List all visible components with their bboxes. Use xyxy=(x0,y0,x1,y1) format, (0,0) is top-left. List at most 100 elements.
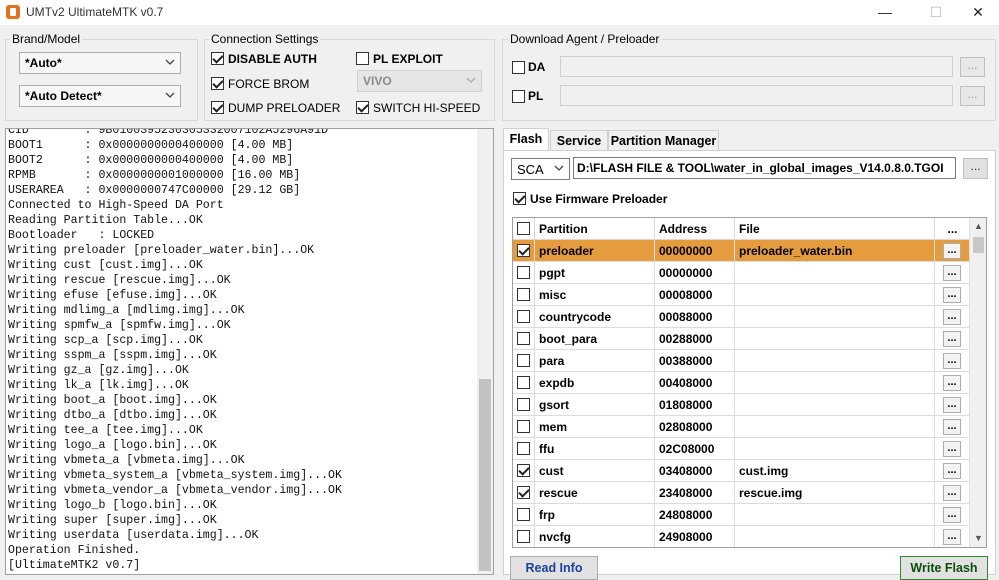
row-browse-button[interactable]: ... xyxy=(943,441,961,457)
pl-browse-button[interactable]: ... xyxy=(960,86,985,106)
log-output[interactable]: CID : 9B0100395230305332007102A5296A91D B… xyxy=(5,128,494,575)
scatter-file-path-text: D:\FLASH FILE & TOOL\water_in_global_ima… xyxy=(577,161,944,175)
row-browse-button[interactable]: ... xyxy=(943,507,961,523)
scatter-file-path[interactable]: D:\FLASH FILE & TOOL\water_in_global_ima… xyxy=(573,157,956,179)
row-checkbox[interactable] xyxy=(517,464,530,477)
row-checkbox[interactable] xyxy=(517,288,530,301)
dump-preloader-checkbox[interactable] xyxy=(211,101,224,114)
row-browse-button[interactable]: ... xyxy=(943,463,961,479)
partition-name-cell: misc xyxy=(535,284,655,306)
partition-name-cell: gsort xyxy=(535,394,655,416)
table-row[interactable]: expdb 00408000... xyxy=(513,372,971,394)
row-browse-button[interactable]: ... xyxy=(943,397,961,413)
row-checkbox[interactable] xyxy=(517,244,530,257)
row-browse-button[interactable]: ... xyxy=(943,287,961,303)
table-scroll-thumb[interactable] xyxy=(973,237,984,253)
use-firmware-preloader-checkbox[interactable] xyxy=(513,192,526,205)
partition-name-cell: expdb xyxy=(535,372,655,394)
chevron-down-icon xyxy=(554,165,564,171)
table-row[interactable]: rescue 23408000 rescue.img... xyxy=(513,482,971,504)
row-browse-button[interactable]: ... xyxy=(943,309,961,325)
row-browse-cell: ... xyxy=(935,504,971,526)
row-browse-cell: ... xyxy=(935,350,971,372)
pl-exploit-checkbox[interactable] xyxy=(356,52,369,65)
da-path-field[interactable] xyxy=(560,56,953,77)
table-row[interactable]: gsort 01808000... xyxy=(513,394,971,416)
partition-file-cell xyxy=(735,394,935,416)
vendor-select[interactable]: VIVO xyxy=(357,70,482,92)
scatter-type-select[interactable]: SCA xyxy=(511,158,570,180)
select-all-checkbox[interactable] xyxy=(517,222,530,235)
row-browse-button[interactable]: ... xyxy=(943,375,961,391)
row-checkbox[interactable] xyxy=(517,332,530,345)
table-row[interactable]: ffu 02C08000... xyxy=(513,438,971,460)
row-checkbox[interactable] xyxy=(517,508,530,521)
row-browse-cell: ... xyxy=(935,240,971,262)
log-line: Operation Finished. xyxy=(8,544,141,557)
row-checkbox-cell xyxy=(513,504,535,526)
row-checkbox[interactable] xyxy=(517,266,530,279)
row-browse-button[interactable]: ... xyxy=(943,331,961,347)
table-row[interactable]: nvcfg 24908000... xyxy=(513,526,971,547)
minimize-button[interactable]: — xyxy=(862,0,908,25)
row-checkbox[interactable] xyxy=(517,310,530,323)
row-browse-button[interactable]: ... xyxy=(943,485,961,501)
row-browse-button[interactable]: ... xyxy=(943,529,961,545)
disable-auth-checkbox[interactable] xyxy=(211,52,224,65)
row-browse-button[interactable]: ... xyxy=(943,419,961,435)
tab-flash[interactable]: Flash xyxy=(503,128,549,151)
model-select[interactable]: *Auto Detect* xyxy=(19,85,181,107)
table-row[interactable]: para 00388000... xyxy=(513,350,971,372)
table-scrollbar[interactable]: ▲ ▼ xyxy=(969,218,986,547)
table-row[interactable]: cust 03408000 cust.img... xyxy=(513,460,971,482)
read-info-button[interactable]: Read Info xyxy=(510,556,598,580)
tab-partition-manager[interactable]: Partition Manager xyxy=(608,130,719,151)
partition-table: Partition Address File ... preloader 0000… xyxy=(512,217,987,548)
maximize-button[interactable]: ☐ xyxy=(913,0,959,25)
column-header-partition: Partition xyxy=(535,218,655,240)
row-browse-cell: ... xyxy=(935,372,971,394)
row-checkbox[interactable] xyxy=(517,398,530,411)
table-row[interactable]: mem 02808000... xyxy=(513,416,971,438)
table-row[interactable]: pgpt 00000000... xyxy=(513,262,971,284)
disable-auth-label: DISABLE AUTH xyxy=(228,52,317,66)
scroll-up-arrow-icon[interactable]: ▲ xyxy=(970,218,986,235)
table-row[interactable]: countrycode 00088000... xyxy=(513,306,971,328)
partition-file-cell: cust.img xyxy=(735,460,935,482)
row-checkbox[interactable] xyxy=(517,420,530,433)
tab-service[interactable]: Service xyxy=(550,130,608,151)
da-checkbox[interactable] xyxy=(512,61,525,74)
close-button[interactable]: ✕ xyxy=(955,0,999,25)
partition-file-cell: rescue.img xyxy=(735,482,935,504)
write-flash-button[interactable]: Write Flash xyxy=(900,556,988,580)
log-scroll-thumb[interactable] xyxy=(479,379,491,571)
log-scrollbar[interactable] xyxy=(477,129,493,574)
switch-hispeed-label: SWITCH HI-SPEED xyxy=(373,101,481,115)
row-checkbox[interactable] xyxy=(517,376,530,389)
connection-settings-title: Connection Settings xyxy=(209,32,321,46)
row-checkbox[interactable] xyxy=(517,442,530,455)
da-browse-button[interactable]: ... xyxy=(960,57,985,77)
row-browse-button[interactable]: ... xyxy=(943,243,961,259)
table-row[interactable]: boot_para 00288000... xyxy=(513,328,971,350)
row-checkbox[interactable] xyxy=(517,486,530,499)
title-bar: UMTv2 UltimateMTK v0.7 — ☐ ✕ xyxy=(0,0,999,25)
log-line: Writing scp_a [scp.img]...OK xyxy=(8,334,203,347)
row-checkbox[interactable] xyxy=(517,530,530,543)
row-checkbox[interactable] xyxy=(517,354,530,367)
header-select-all[interactable] xyxy=(513,218,535,240)
brand-select[interactable]: *Auto* xyxy=(19,52,181,74)
row-browse-cell: ... xyxy=(935,416,971,438)
chevron-down-icon xyxy=(165,59,175,65)
pl-path-field[interactable] xyxy=(560,85,953,106)
table-row[interactable]: misc 00008000... xyxy=(513,284,971,306)
row-browse-button[interactable]: ... xyxy=(943,265,961,281)
scroll-down-arrow-icon[interactable]: ▼ xyxy=(970,530,986,547)
scatter-browse-button[interactable]: ... xyxy=(963,158,988,179)
force-brom-checkbox[interactable] xyxy=(211,77,224,90)
table-row[interactable]: frp 24808000... xyxy=(513,504,971,526)
table-row[interactable]: preloader 00000000 preloader_water.bin... xyxy=(513,240,971,262)
switch-hispeed-checkbox[interactable] xyxy=(356,101,369,114)
pl-checkbox[interactable] xyxy=(512,90,525,103)
row-browse-button[interactable]: ... xyxy=(943,353,961,369)
